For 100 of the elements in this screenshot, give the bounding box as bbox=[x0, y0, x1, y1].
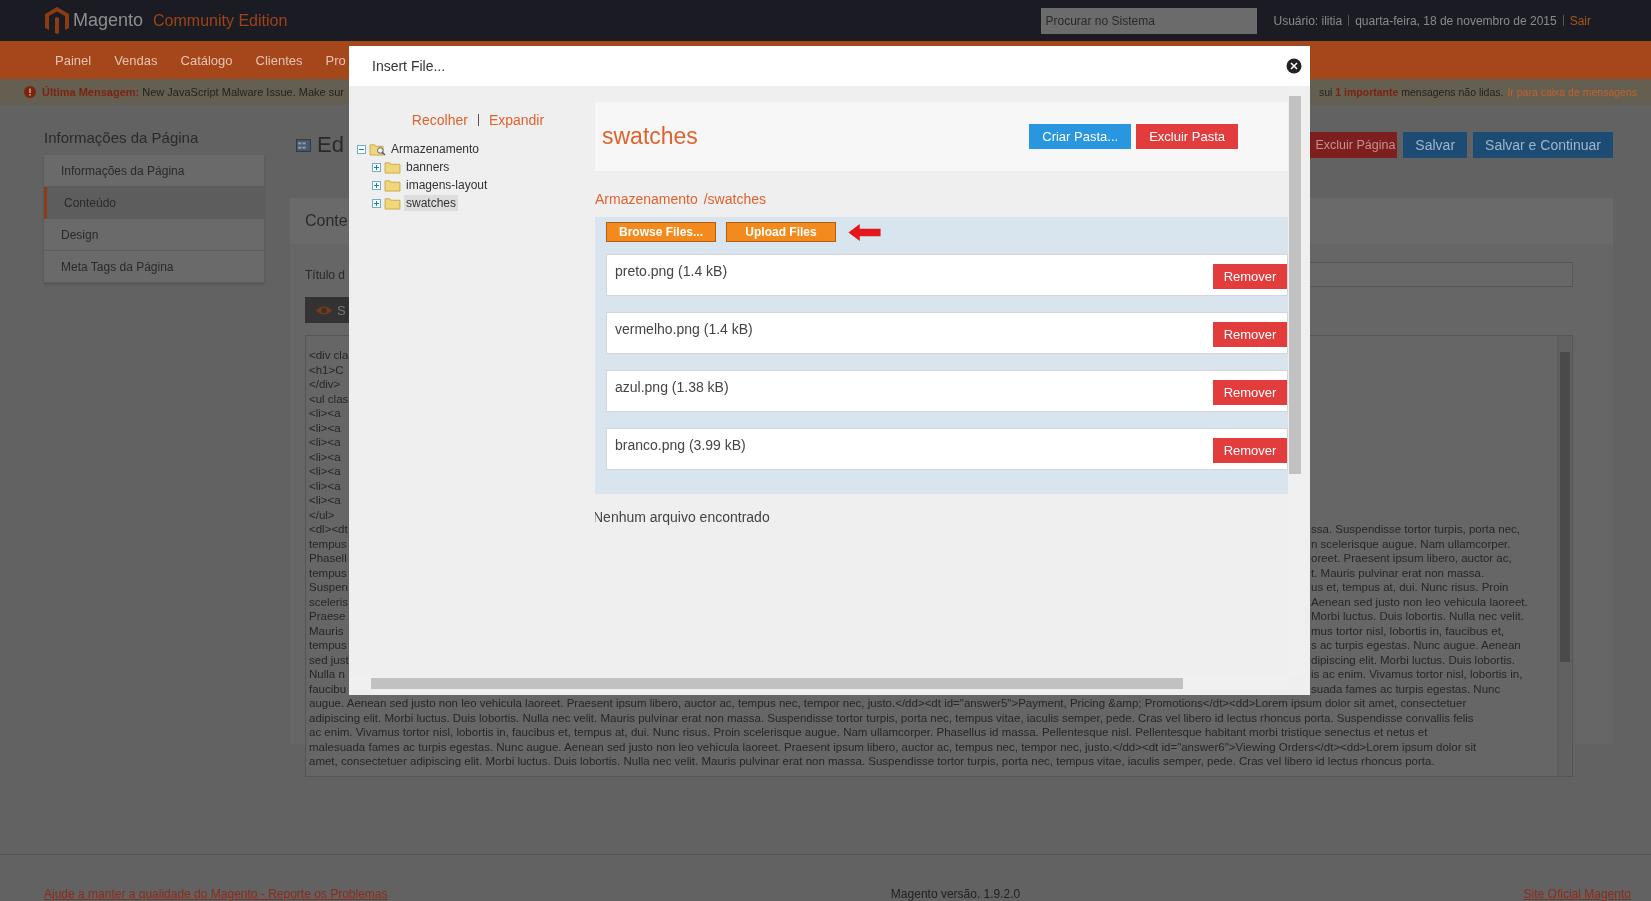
edition-label: Community Edition bbox=[153, 11, 288, 30]
remove-button[interactable]: Remover bbox=[1213, 380, 1287, 405]
eye-icon bbox=[315, 304, 333, 316]
code-line: Nulla n bbox=[309, 667, 345, 682]
code-line: <li><a bbox=[309, 420, 341, 435]
code-line: Phasell bbox=[309, 551, 347, 566]
remove-button[interactable]: Remover bbox=[1213, 438, 1287, 463]
nav-item[interactable]: Vendas bbox=[114, 52, 158, 68]
close-icon[interactable] bbox=[1286, 58, 1302, 74]
warning-icon bbox=[24, 86, 36, 98]
sidebar-title: Informações da Página bbox=[44, 129, 200, 146]
page-title: Ed bbox=[317, 132, 344, 158]
code-line: <li><a bbox=[309, 449, 341, 464]
code-line: Praese bbox=[309, 609, 346, 624]
message-count: sui 1 importante mensagens não lidas. bbox=[1319, 86, 1504, 98]
code-line: is ac enim. Vivamus tortor nisl, lobortis in, bbox=[1311, 667, 1523, 682]
code-line: n scelerisque augue. Nam ullamcorper. bbox=[1311, 536, 1511, 551]
file-name: azul.png (1.38 kB) bbox=[615, 379, 729, 395]
code-line: adipiscing elit. Morbi luctus. Duis lobortis. Nulla nec velit. Mauris pulvinar erat non massa. Suspendisse tortor turpis, porta nec, tempus vitae, iaculis semper, pede. Cras vel libero id lectus rhoncus porta. Suspendisse convallis felis bbox=[309, 711, 1474, 724]
code-line: amet, consectetuer adipiscing elit. Morbi luctus. Duis lobortis. Nulla nec velit. Mauris pulvinar erat non massa. Suspendisse tortor turpis, porta nec, tempus vitae, iaculis semper, pede. Cras vel libero id lectus rhoncus porta. bbox=[309, 755, 1435, 767]
code-line: <li><a bbox=[309, 406, 341, 421]
grid-icon bbox=[296, 138, 311, 152]
logo-text: Magento bbox=[73, 10, 144, 31]
code-line: <li><a bbox=[309, 478, 341, 493]
code-line: s ac turpis egestas. Nunc augue. Aenean bbox=[1311, 638, 1521, 653]
tree-item[interactable]: swatches bbox=[404, 195, 459, 211]
tree-action-link[interactable]: Recolher bbox=[411, 112, 468, 128]
page-action-button[interactable]: Salvar bbox=[1403, 132, 1468, 158]
code-line: <dl><dt bbox=[309, 522, 348, 537]
version-label: Magento versão. 1.9.2.0 bbox=[890, 887, 1021, 901]
tree-item[interactable]: imagens-layout bbox=[404, 177, 490, 193]
code-line: <div cla bbox=[309, 348, 349, 363]
code-line: suada fames ac turpis egestas. Nunc bbox=[1311, 681, 1501, 696]
code-line: augue. Aenean sed justo non leo vehicula laoreet. Praesent ipsum libero, auctor ac, tempus nec, tempor nec, justo.</dd><dt id="answer5">Payment, Pricing &amp; Promotions</dt><dd>Lorem ipsum dolor sit amet, consectetuer bbox=[309, 697, 1467, 709]
code-line: <h1>C bbox=[309, 362, 344, 377]
tree-toggle-icon[interactable] bbox=[357, 144, 366, 154]
nav-item[interactable]: Painel bbox=[55, 52, 92, 68]
folder-icon bbox=[384, 178, 401, 192]
upload-button[interactable]: Upload Files bbox=[726, 222, 836, 242]
code-line: ssa. Suspendisse tortor turpis, porta nec, bbox=[1311, 522, 1521, 537]
page-action-button[interactable]: Salvar e Continuar bbox=[1473, 132, 1613, 158]
code-line: Aenean sed justo non leo vehicula laoreet. bbox=[1311, 594, 1528, 609]
folder-button[interactable]: Excluir Pasta bbox=[1136, 124, 1238, 149]
folder-icon bbox=[384, 160, 401, 174]
sidebar-tab[interactable]: Informações da Página bbox=[44, 155, 264, 187]
code-line: Morbi luctus. Duis lobortis. Nulla nec velit. bbox=[1311, 609, 1524, 624]
upload-button[interactable]: Browse Files... bbox=[606, 222, 716, 242]
file-name: preto.png (1.4 kB) bbox=[615, 263, 728, 279]
code-line: Suspen bbox=[309, 580, 348, 595]
arrow-icon bbox=[848, 223, 881, 241]
code-line: tempus bbox=[309, 638, 347, 653]
date-label: quarta-feira, 18 de novembro de 2015 bbox=[1355, 13, 1557, 28]
code-line: <ul clas bbox=[309, 391, 349, 406]
folder-button[interactable]: Criar Pasta... bbox=[1029, 124, 1132, 149]
code-line: sed just bbox=[309, 652, 349, 667]
tree-toggle-icon[interactable] bbox=[372, 198, 381, 208]
folder-title: swatches bbox=[602, 123, 698, 150]
code-line: tempus bbox=[309, 536, 347, 551]
tree-toggle-icon[interactable] bbox=[372, 180, 381, 190]
code-line: <li><a bbox=[309, 435, 341, 450]
dialog-title: Insert File... bbox=[372, 58, 447, 74]
sidebar-tab[interactable]: Design bbox=[44, 219, 264, 251]
nav-item[interactable]: Catálogo bbox=[180, 52, 233, 68]
remove-button[interactable]: Remover bbox=[1213, 322, 1287, 347]
nav-item[interactable]: Pro bbox=[325, 52, 346, 68]
code-line: <li><a bbox=[309, 464, 341, 479]
code-line: tempus bbox=[309, 565, 347, 580]
file-name: branco.png (3.99 kB) bbox=[615, 437, 746, 453]
toolbar-label: S bbox=[337, 302, 346, 318]
code-line: Mauris bbox=[309, 623, 344, 638]
code-line: oreet. Praesent ipsum libero, auctor ac, bbox=[1311, 551, 1512, 566]
code-line: <li><a bbox=[309, 493, 341, 508]
search-field[interactable]: Procurar no Sistema bbox=[1041, 7, 1258, 34]
remove-button[interactable]: Remover bbox=[1213, 264, 1287, 289]
code-line: </div> bbox=[309, 377, 341, 392]
folder-icon bbox=[384, 196, 401, 210]
nav-item[interactable]: Clientes bbox=[255, 52, 303, 68]
code-line: t. Mauris pulvinar erat non massa. bbox=[1311, 565, 1485, 580]
code-line: sceleris bbox=[309, 594, 348, 609]
message-text: Última Mensagem: New JavaScript Malware Issue. Make sur bbox=[42, 86, 344, 98]
tree-item[interactable]: Armazenamento bbox=[389, 141, 482, 157]
folder-search-icon bbox=[369, 142, 386, 156]
tree-toggle-icon[interactable] bbox=[372, 162, 381, 172]
user-label: Usuário: ilitia bbox=[1273, 13, 1343, 28]
breadcrumb-link[interactable]: Armazenamento bbox=[595, 191, 698, 207]
code-line: </ul> bbox=[309, 507, 335, 522]
logout-link[interactable]: Sair bbox=[1569, 13, 1591, 28]
scrollbar[interactable] bbox=[1557, 336, 1572, 776]
code-line: dipiscing elit. Morbi luctus. Duis lobortis. bbox=[1311, 652, 1515, 667]
file-name: vermelho.png (1.4 kB) bbox=[615, 321, 753, 337]
code-line: faucibu bbox=[309, 681, 347, 696]
empty-message: Nenhum arquivo encontrado bbox=[595, 509, 771, 525]
section-title: Conte bbox=[305, 212, 348, 230]
logo-icon bbox=[45, 6, 69, 35]
tree-item[interactable]: banners bbox=[404, 159, 452, 175]
tree-action-link[interactable]: Expandir bbox=[488, 112, 545, 128]
code-line: malesuada fames ac turpis egestas. Nunc augue. Aenean sed justo non leo vehicula laoreet. Praesent ipsum libero, auctor ac, tempus nec, tempor nec, justo.</dd><dt id="answer6">Viewing Orders</dt><dd>Lorem ipsum dolor sit bbox=[309, 740, 1477, 753]
sidebar-tab[interactable]: Meta Tags da Página bbox=[44, 251, 264, 283]
field-label: Título d bbox=[305, 267, 346, 282]
breadcrumb-link[interactable]: /swatches bbox=[703, 191, 766, 207]
